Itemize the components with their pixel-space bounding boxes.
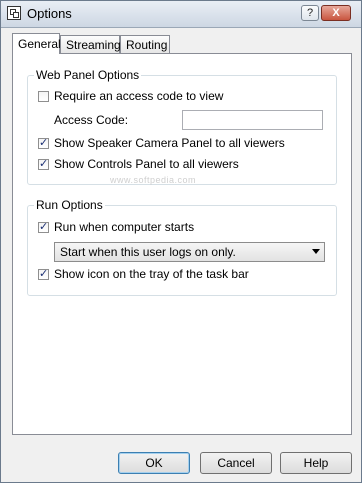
start-mode-select[interactable]: Start when this user logs on only. — [54, 242, 325, 262]
show-camera-panel-label: Show Speaker Camera Panel to all viewers — [54, 136, 285, 150]
run-when-starts-checkbox[interactable] — [38, 220, 49, 233]
tab-streaming[interactable]: Streaming — [60, 35, 121, 53]
show-tray-icon-checkbox[interactable] — [38, 267, 49, 280]
show-controls-panel-checkbox[interactable] — [38, 157, 49, 170]
watermark: www.softpedia.com — [110, 175, 197, 185]
show-tray-icon-label: Show icon on the tray of the task bar — [54, 267, 249, 281]
access-code-label: Access Code: — [54, 113, 129, 127]
tab-routing[interactable]: Routing — [120, 35, 170, 53]
run-when-starts-row[interactable]: Run when computer starts — [38, 220, 194, 234]
require-access-code-label: Require an access code to view — [54, 89, 224, 103]
web-panel-title: Web Panel Options — [34, 68, 142, 82]
title-bar[interactable]: Options ? X — [1, 1, 361, 28]
require-access-code-checkbox[interactable] — [38, 90, 49, 102]
tab-general[interactable]: General — [12, 33, 61, 54]
web-panel-group: Web Panel Options Require an access code… — [27, 68, 337, 185]
show-camera-panel-checkbox[interactable] — [38, 136, 49, 149]
run-options-group: Run Options Run when computer starts Sta… — [27, 198, 337, 296]
run-options-title: Run Options — [34, 198, 105, 212]
access-code-input[interactable] — [182, 110, 323, 130]
help-title-button[interactable]: ? — [301, 5, 319, 21]
general-panel: Web Panel Options Require an access code… — [12, 53, 352, 435]
show-controls-panel-label: Show Controls Panel to all viewers — [54, 157, 239, 171]
chevron-down-icon — [312, 249, 320, 254]
app-icon — [7, 6, 21, 20]
show-controls-panel-row[interactable]: Show Controls Panel to all viewers — [38, 157, 239, 171]
window-title: Options — [27, 6, 72, 21]
cancel-button[interactable]: Cancel — [200, 452, 272, 474]
show-camera-panel-row[interactable]: Show Speaker Camera Panel to all viewers — [38, 136, 285, 150]
help-button[interactable]: Help — [280, 452, 352, 474]
require-access-code-row[interactable]: Require an access code to view — [38, 89, 223, 103]
access-code-row: Access Code: — [54, 113, 128, 127]
close-button[interactable]: X — [321, 5, 351, 21]
options-window: Options ? X General Streaming Routing We… — [0, 0, 362, 483]
show-tray-icon-row[interactable]: Show icon on the tray of the task bar — [38, 267, 249, 281]
ok-button[interactable]: OK — [118, 452, 190, 474]
run-when-starts-label: Run when computer starts — [54, 220, 195, 234]
start-mode-value: Start when this user logs on only. — [60, 245, 236, 259]
